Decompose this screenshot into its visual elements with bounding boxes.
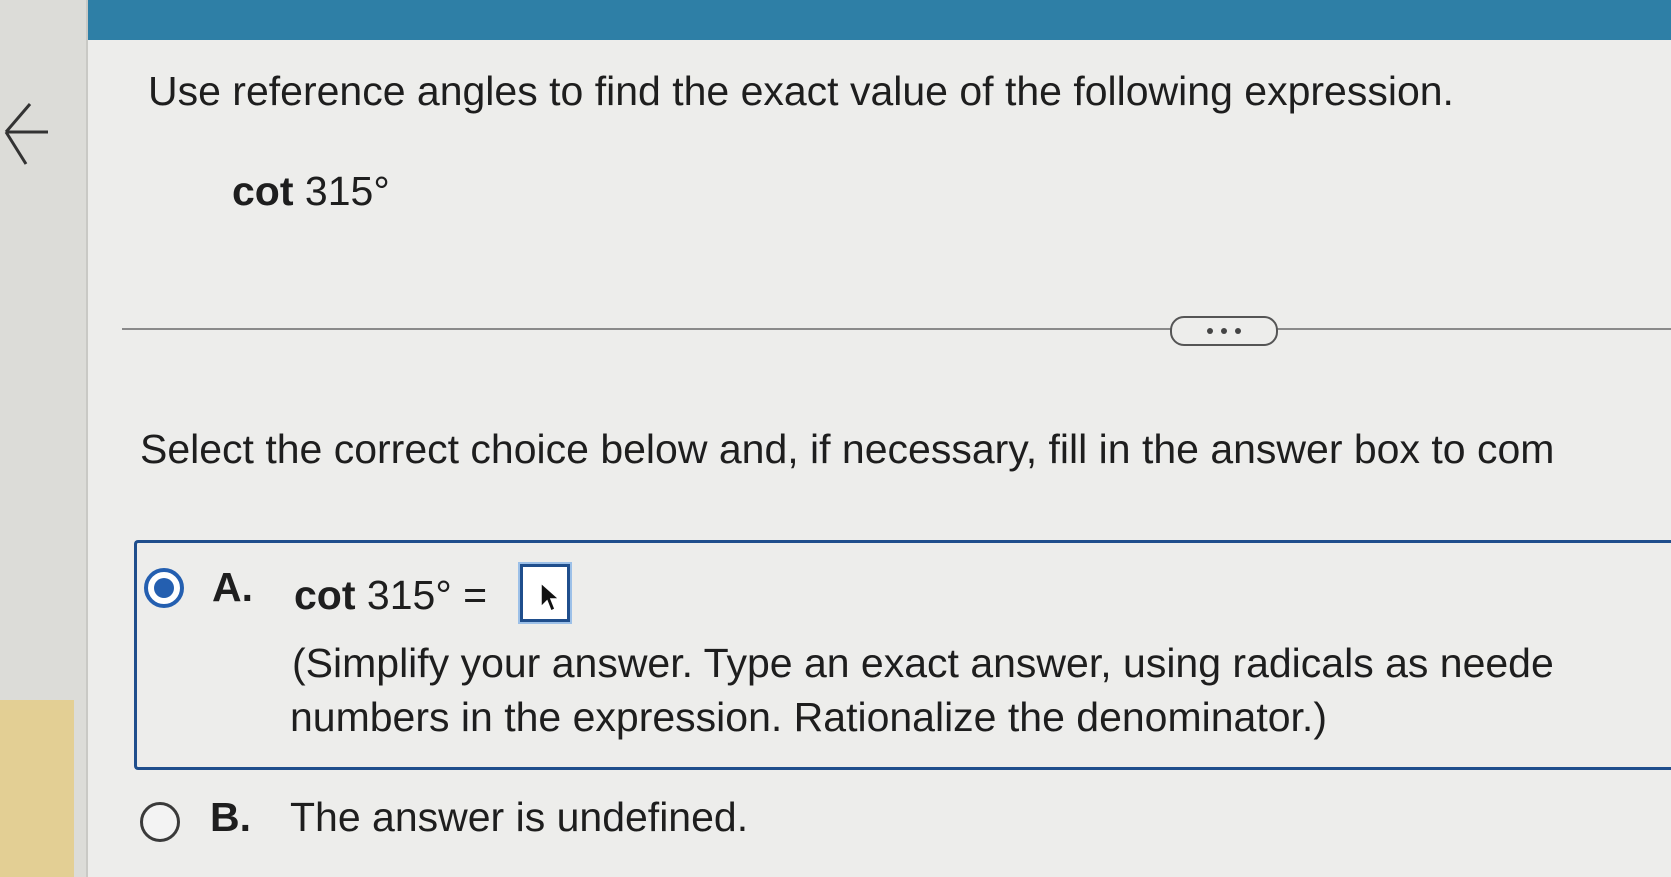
choice-b-letter: B. (210, 794, 251, 840)
expression-function: cot (232, 168, 294, 214)
more-options-icon[interactable] (1170, 316, 1278, 346)
question-prompt: Use reference angles to find the exact v… (148, 68, 1454, 114)
left-panel (0, 0, 88, 877)
choice-a-argument: 315° = (366, 572, 488, 618)
answer-input[interactable] (520, 564, 570, 622)
section-divider (122, 328, 1671, 330)
choice-b-radio[interactable] (140, 802, 180, 842)
choice-a-expression: cot 315° = (294, 572, 487, 619)
choice-instruction: Select the correct choice below and, if … (140, 426, 1555, 472)
choice-a-function: cot (294, 572, 356, 618)
mouse-cursor-icon (540, 581, 561, 613)
question-expression: cot 315° (232, 168, 390, 215)
expression-argument: 315° (304, 168, 390, 214)
back-arrow-icon[interactable] (4, 98, 48, 172)
side-highlight (0, 700, 74, 877)
choice-a-hint-line1: (Simplify your answer. Type an exact ans… (292, 640, 1554, 686)
choice-a-hint-line2: numbers in the expression. Rationalize t… (290, 694, 1327, 740)
choice-a-letter: A. (212, 564, 253, 610)
choice-a-radio[interactable] (144, 568, 184, 608)
top-bar (0, 0, 1671, 42)
choice-b-text[interactable]: The answer is undefined. (290, 794, 748, 841)
